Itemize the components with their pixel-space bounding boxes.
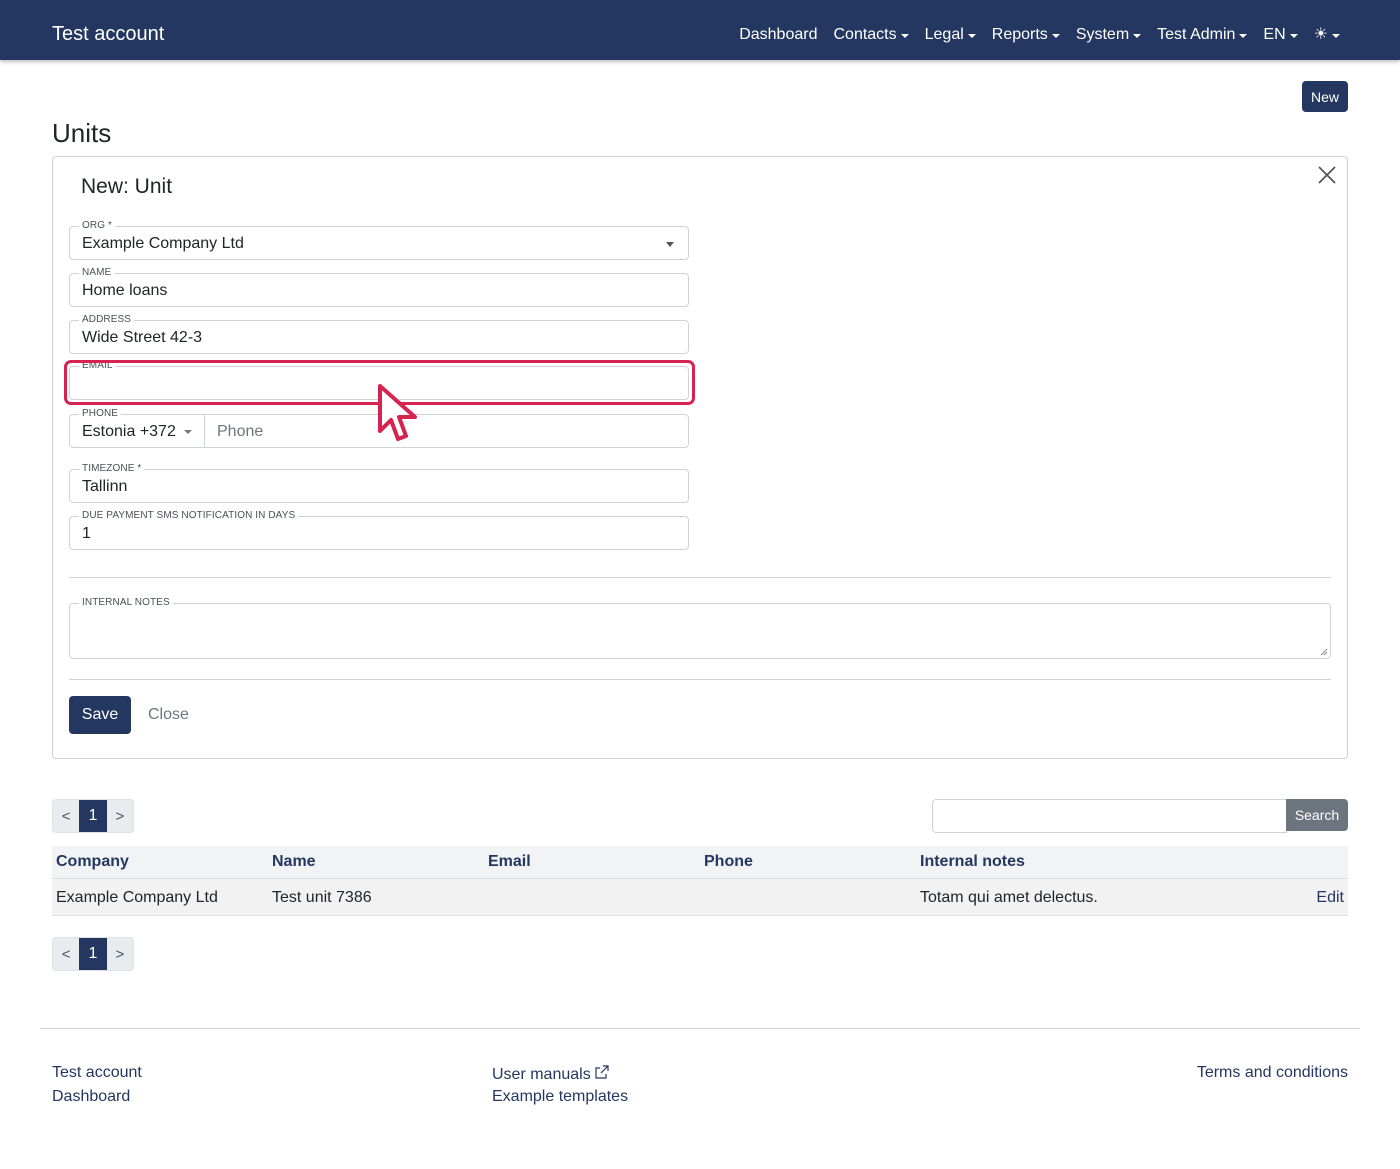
caret-down-icon: [900, 34, 909, 38]
save-button[interactable]: Save: [69, 696, 131, 734]
nav-contacts-label: Contacts: [833, 26, 897, 43]
address-field[interactable]: ADDRESS Wide Street 42-3: [69, 314, 689, 354]
top-navbar: Test account Dashboard Contacts Legal Re…: [0, 0, 1400, 60]
column-header-phone[interactable]: Phone: [704, 853, 753, 871]
nav-contacts[interactable]: Contacts: [833, 24, 909, 46]
resize-handle-icon[interactable]: [1320, 648, 1328, 656]
close-button[interactable]: Close: [148, 706, 189, 724]
edit-link[interactable]: Edit: [1316, 889, 1344, 907]
pagination-page[interactable]: 1: [79, 800, 107, 832]
nav-system[interactable]: System: [1075, 24, 1142, 46]
cell-company: Example Company Ltd: [56, 889, 218, 906]
caret-down-icon: [1289, 34, 1298, 38]
footer-link-user-manuals[interactable]: User manuals: [492, 1064, 610, 1084]
column-header-company[interactable]: Company: [56, 853, 129, 871]
nav-system-label: System: [1075, 26, 1130, 43]
search-button[interactable]: Search: [1286, 799, 1348, 831]
phone-input[interactable]: Phone: [217, 422, 263, 442]
caret-down-icon: [967, 34, 976, 38]
name-field[interactable]: NAME Home loans: [69, 267, 689, 307]
chevron-down-icon: [666, 242, 674, 247]
internal-notes-textarea[interactable]: INTERNAL NOTES: [69, 597, 1331, 659]
phone-country-value: Estonia +372: [82, 423, 176, 440]
due-payment-label: DUE PAYMENT SMS NOTIFICATION IN DAYS: [79, 510, 299, 521]
sun-icon: ☀: [1313, 26, 1328, 43]
pagination-next[interactable]: >: [107, 800, 133, 832]
timezone-field[interactable]: TIMEZONE * Tallinn: [69, 463, 689, 503]
pagination-prev[interactable]: <: [53, 938, 79, 970]
pagination-next[interactable]: >: [107, 938, 133, 970]
caret-down-icon: [1051, 34, 1060, 38]
name-value: Home loans: [82, 282, 168, 299]
nav-reports-label: Reports: [991, 26, 1048, 43]
brand-link[interactable]: Test account: [52, 22, 164, 46]
search-input[interactable]: [932, 799, 1287, 833]
nav-menu: Dashboard Contacts Legal Reports System …: [723, 24, 1340, 46]
caret-down-icon: [1332, 34, 1340, 38]
page-title: Units: [52, 118, 112, 148]
cell-internal-notes: Totam qui amet delectus.: [920, 889, 1098, 906]
close-icon[interactable]: [1315, 163, 1339, 187]
nav-dashboard-label: Dashboard: [739, 26, 818, 43]
caret-down-icon: [1239, 34, 1248, 38]
new-button[interactable]: New: [1302, 81, 1348, 112]
nav-user-label: Test Admin: [1157, 26, 1236, 43]
pagination-prev[interactable]: <: [53, 800, 79, 832]
nav-language-label: EN: [1263, 26, 1286, 43]
timezone-value: Tallinn: [82, 478, 128, 495]
column-header-name[interactable]: Name: [272, 853, 316, 871]
column-header-email[interactable]: Email: [488, 853, 531, 871]
footer-link-user-manuals-label: User manuals: [492, 1066, 591, 1083]
phone-country-select[interactable]: Estonia +372: [70, 415, 205, 447]
form-title: New: Unit: [81, 175, 173, 198]
cell-name: Test unit 7386: [272, 889, 372, 906]
org-value: Example Company Ltd: [82, 235, 244, 252]
nav-reports[interactable]: Reports: [992, 24, 1060, 46]
pagination-page[interactable]: 1: [79, 938, 107, 970]
nav-language[interactable]: EN: [1263, 24, 1298, 46]
theme-toggle[interactable]: ☀: [1314, 27, 1340, 43]
due-payment-value: 1: [82, 525, 91, 542]
table-header: Company Name Email Phone Internal notes: [52, 846, 1348, 879]
pagination-top: < 1 >: [52, 799, 134, 833]
internal-notes-label: INTERNAL NOTES: [79, 597, 173, 608]
footer-link-dashboard[interactable]: Dashboard: [52, 1088, 130, 1106]
nav-user-menu[interactable]: Test Admin: [1157, 24, 1248, 46]
name-label: NAME: [79, 267, 115, 278]
footer-link-terms[interactable]: Terms and conditions: [1197, 1064, 1348, 1082]
org-label: ORG *: [79, 220, 115, 231]
form-divider: [69, 577, 1331, 578]
new-unit-form-card: New: Unit ORG * Example Company Ltd NAME…: [52, 156, 1348, 759]
timezone-label: TIMEZONE *: [79, 463, 145, 474]
nav-legal[interactable]: Legal: [925, 24, 976, 46]
pagination-bottom: < 1 >: [52, 937, 134, 971]
column-header-internal-notes[interactable]: Internal notes: [920, 853, 1025, 871]
footer-link-example-templates[interactable]: Example templates: [492, 1088, 628, 1106]
due-payment-field[interactable]: DUE PAYMENT SMS NOTIFICATION IN DAYS 1: [69, 510, 689, 550]
external-link-icon: [595, 1065, 609, 1079]
caret-down-icon: [1133, 34, 1142, 38]
address-label: ADDRESS: [79, 314, 135, 325]
org-select[interactable]: ORG * Example Company Ltd: [69, 220, 689, 260]
form-divider: [69, 679, 1331, 680]
address-value: Wide Street 42-3: [82, 329, 203, 346]
footer-divider: [40, 1028, 1360, 1029]
footer-link-test-account[interactable]: Test account: [52, 1064, 142, 1082]
caret-down-icon: [184, 430, 192, 434]
table-row: Example Company Ltd Test unit 7386 Totam…: [52, 879, 1348, 916]
nav-dashboard[interactable]: Dashboard: [739, 24, 817, 46]
nav-legal-label: Legal: [924, 26, 964, 43]
units-table: Company Name Email Phone Internal notes …: [52, 846, 1348, 916]
mouse-cursor-icon: [378, 384, 417, 441]
